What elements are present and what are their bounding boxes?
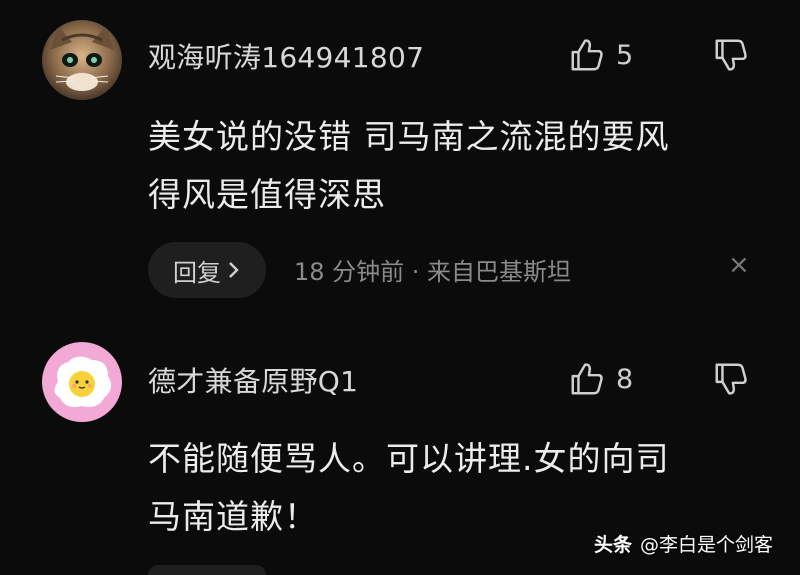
reply-button-partial[interactable] [148, 565, 266, 575]
dislike-button[interactable] [712, 36, 750, 74]
watermark-brand: 头条 [594, 534, 633, 556]
comment-line: 美女说的没错 司马南之流混的要风 [148, 117, 670, 156]
watermark: 头条 @李白是个剑客 [594, 530, 773, 557]
chevron-right-icon [229, 262, 239, 278]
reply-label: 回复 [173, 258, 221, 287]
thumbs-down-icon [715, 363, 747, 395]
thumbs-up-icon [571, 363, 603, 395]
comment-text: 不能随便骂人。可以讲理.女的向司 马南道歉！ [148, 430, 758, 546]
comment-meta: 18 分钟前 · 来自巴基斯坦 [294, 258, 572, 286]
comment-line: 得风是值得深思 [148, 175, 386, 214]
comment-item: 观海听涛164941807 5 美女说的没错 司马南之流混的要风 得风是值得深思… [0, 0, 800, 320]
close-icon[interactable]: × [728, 252, 750, 278]
like-count: 5 [616, 39, 634, 71]
dislike-button[interactable] [712, 360, 750, 398]
like-button[interactable]: 5 [568, 36, 633, 74]
thumbs-down-icon [715, 39, 747, 71]
reply-button[interactable]: 回复 [148, 242, 266, 298]
thumbs-up-icon [571, 39, 603, 71]
fried-egg-avatar-icon [42, 342, 122, 422]
comment-text: 美女说的没错 司马南之流混的要风 得风是值得深思 [148, 108, 758, 224]
watermark-author: @李白是个剑客 [640, 534, 774, 556]
username[interactable]: 德才兼备原野Q1 [148, 360, 358, 400]
avatar[interactable] [42, 342, 122, 422]
like-count: 8 [616, 363, 634, 395]
cat-avatar-icon [42, 20, 122, 100]
comment-line: 不能随便骂人。可以讲理.女的向司 [148, 439, 670, 478]
username[interactable]: 观海听涛164941807 [148, 36, 424, 76]
like-button[interactable]: 8 [568, 360, 633, 398]
avatar[interactable] [42, 20, 122, 100]
